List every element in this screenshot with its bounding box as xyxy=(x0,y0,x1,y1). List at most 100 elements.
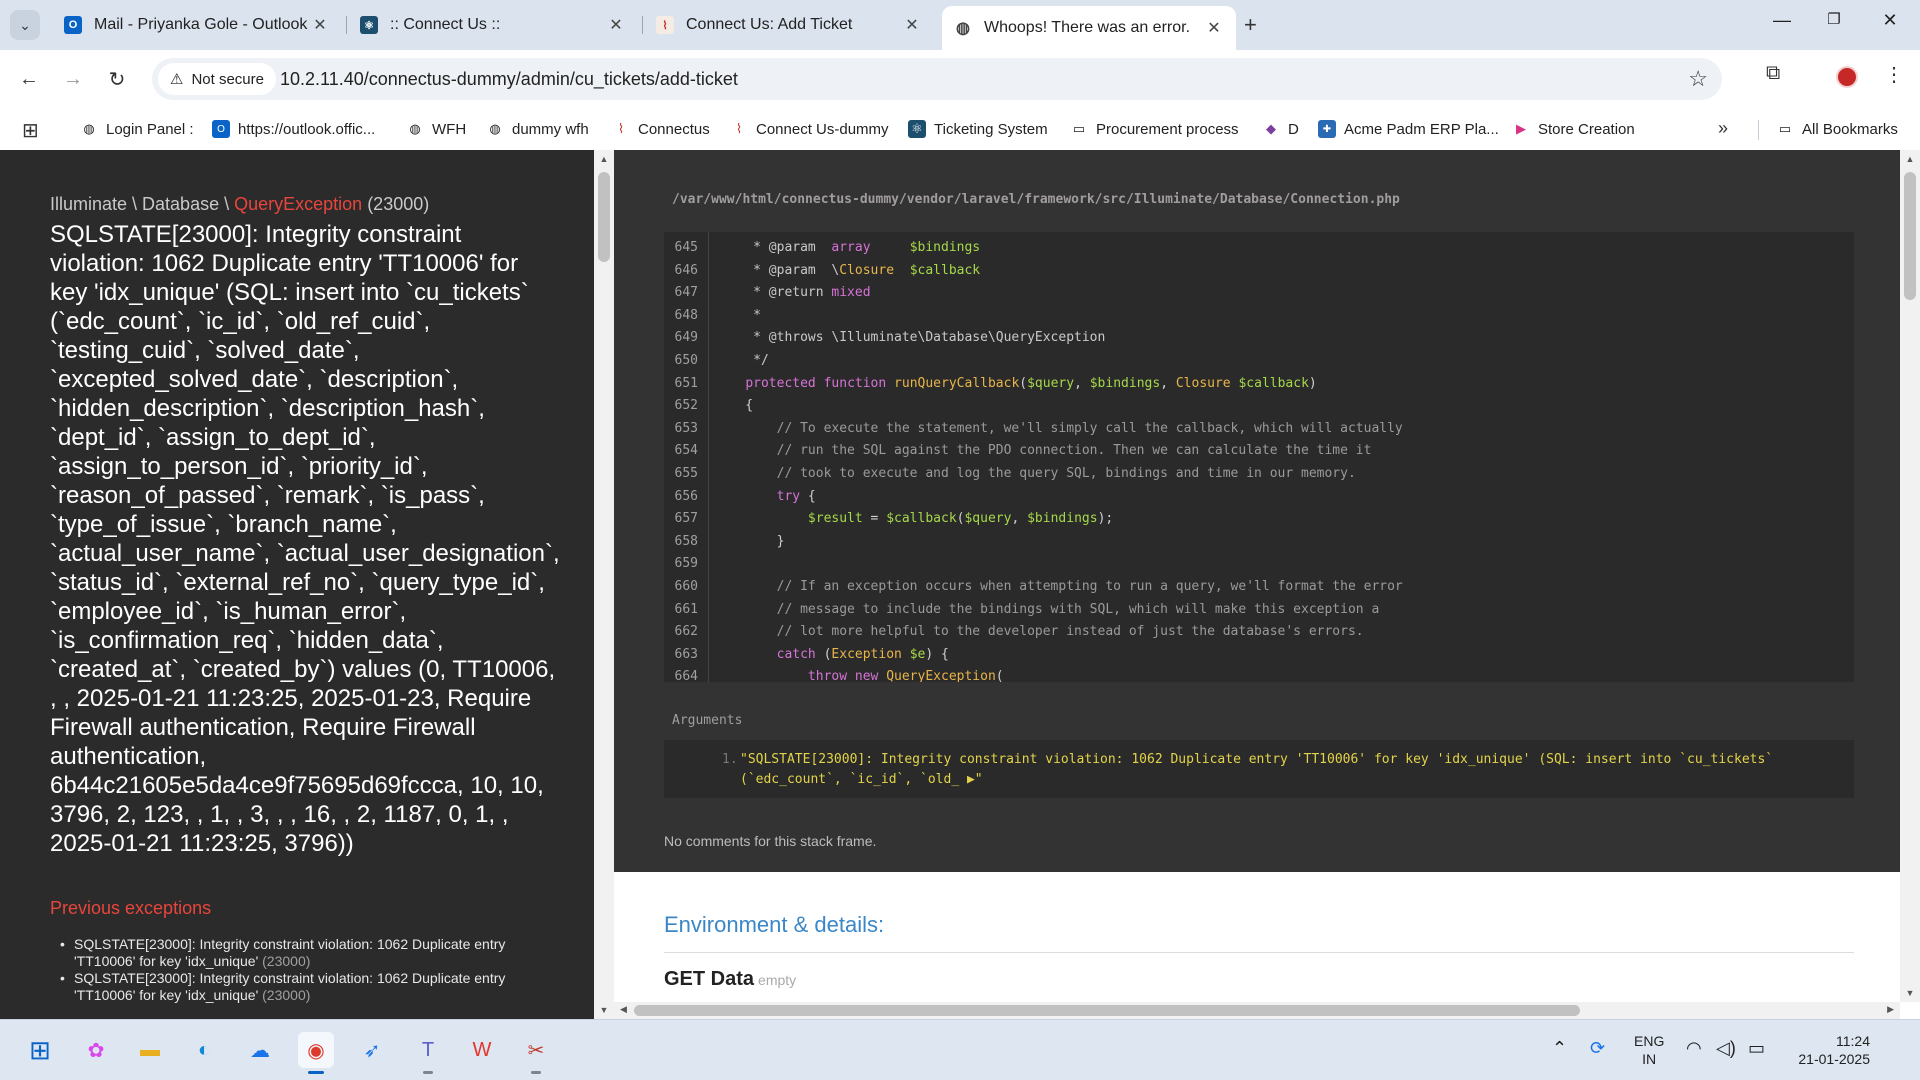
minimize-icon[interactable]: — xyxy=(1762,10,1802,31)
speaker-icon[interactable]: ◁) xyxy=(1716,1038,1736,1059)
file-explorer-icon[interactable]: ▬ xyxy=(132,1032,168,1068)
scroll-down-arrow-icon[interactable]: ▼ xyxy=(1900,988,1920,998)
tab-connect-us[interactable]: ⚛ :: Connect Us :: ✕ xyxy=(348,8,638,42)
previous-exceptions-list: SQLSTATE[23000]: Integrity constraint vi… xyxy=(50,936,560,1004)
sync-icon[interactable]: ⟳ xyxy=(1590,1038,1605,1059)
bookmark-label: Store Creation xyxy=(1538,120,1635,138)
argument-value[interactable]: "SQLSTATE[23000]: Integrity constraint v… xyxy=(740,750,1840,790)
scrollbar-thumb[interactable] xyxy=(598,172,610,262)
bookmark-wfh[interactable]: ◍ WFH xyxy=(406,116,466,142)
exception-code: (23000) xyxy=(362,194,430,214)
scroll-left-arrow-icon[interactable]: ◀ xyxy=(620,1004,627,1015)
folder-icon: ▭ xyxy=(1072,121,1086,136)
connectus-logo-icon: ⌇ xyxy=(617,121,625,136)
tab-search-chevron-icon[interactable]: ⌄ xyxy=(10,10,40,40)
back-arrow-icon[interactable]: ← xyxy=(14,64,44,94)
restore-icon[interactable]: ❐ xyxy=(1814,10,1854,28)
url-text[interactable]: 10.2.11.40/connectus-dummy/admin/cu_tick… xyxy=(280,69,738,90)
play-store-icon: ▶ xyxy=(1516,121,1526,136)
bookmark-ticketing-system[interactable]: ⚛ Ticketing System xyxy=(908,116,1048,142)
scroll-right-arrow-icon[interactable]: ▶ xyxy=(1887,1004,1894,1015)
battery-icon[interactable]: ▭ xyxy=(1748,1038,1765,1059)
bookmark-acme-padm-erp[interactable]: ✚ Acme Padm ERP Pla... xyxy=(1318,116,1499,142)
outlook-icon: O xyxy=(64,16,82,34)
stack-frame-panel: /var/www/html/connectus-dummy/vendor/lar… xyxy=(614,150,1900,872)
wifi-icon[interactable]: ◠ xyxy=(1686,1038,1702,1059)
code-line: 650 */ xyxy=(664,353,1854,375)
wps-office-icon[interactable]: W xyxy=(464,1032,500,1068)
windows-start-icon[interactable]: ⊞ xyxy=(22,1032,58,1068)
all-bookmarks-button[interactable]: ▭ All Bookmarks xyxy=(1776,116,1898,142)
scroll-up-arrow-icon[interactable]: ▲ xyxy=(1900,154,1920,164)
connectus-logo-icon: ⌇ xyxy=(656,16,674,34)
code-text: catch (Exception $e) { xyxy=(776,646,949,662)
new-tab-button[interactable]: + xyxy=(1244,12,1257,38)
extensions-puzzle-icon[interactable]: ⧉ xyxy=(1766,62,1780,85)
tab-close-icon[interactable]: ✕ xyxy=(310,15,330,35)
apps-grid-icon[interactable]: ⊞ xyxy=(22,118,39,143)
bookmark-outlook[interactable]: Ohttps://outlook.offic... xyxy=(212,116,375,142)
tab-outlook[interactable]: O Mail - Priyanka Gole - Outlook ✕ xyxy=(52,8,342,42)
section-divider xyxy=(664,952,1854,953)
tab-divider xyxy=(642,16,643,34)
bookmark-connectus[interactable]: ⌇ Connectus xyxy=(612,116,710,142)
bookmark-store-creation[interactable]: ▶ Store Creation xyxy=(1512,116,1635,142)
system-clock[interactable]: 11:24 21-01-2025 xyxy=(1786,1032,1870,1068)
profile-avatar[interactable] xyxy=(1836,66,1858,88)
tab-title: Mail - Priyanka Gole - Outlook xyxy=(94,16,308,33)
code-line: 645 * @param array $bindings xyxy=(664,240,1854,262)
chrome-icon[interactable]: ◉ xyxy=(298,1032,334,1074)
more-bookmarks-chevron-icon[interactable]: » xyxy=(1718,118,1728,139)
copilot-icon[interactable]: ✿ xyxy=(78,1032,114,1068)
line-number: 649 xyxy=(674,330,698,346)
scroll-up-arrow-icon[interactable]: ▲ xyxy=(594,154,614,164)
site-info-button[interactable]: ⚠ Not secure xyxy=(158,63,276,95)
tab-close-icon[interactable]: ✕ xyxy=(1204,18,1224,38)
reload-icon[interactable]: ↻ xyxy=(102,64,132,94)
bookmark-login-panel[interactable]: ◍ Login Panel : xyxy=(80,116,193,142)
line-number: 660 xyxy=(674,579,698,594)
get-data-heading: GET Data empty xyxy=(664,968,796,991)
horizontal-scrollbar[interactable]: ◀ ▶ xyxy=(614,1002,1900,1019)
teams-icon[interactable]: T xyxy=(410,1032,446,1074)
scrollbar-thumb[interactable] xyxy=(1904,172,1916,300)
right-scrollbar[interactable]: ▲ ▼ xyxy=(1900,150,1920,1002)
show-hidden-icons-chevron-icon[interactable]: ⌃ xyxy=(1552,1038,1567,1059)
line-number: 661 xyxy=(674,601,698,617)
snipping-tool-icon[interactable]: ✂ xyxy=(518,1032,554,1074)
exception-namespace: Illuminate \ Database \ xyxy=(50,194,235,214)
forward-arrow-icon[interactable]: → xyxy=(58,64,88,94)
code-text: // If an exception occurs when attemptin… xyxy=(714,579,1403,594)
browser-toolbar: ← → ↻ ⚠ Not secure 10.2.11.40/connectus-… xyxy=(0,50,1920,108)
tab-close-icon[interactable]: ✕ xyxy=(606,15,626,35)
code-line: 655 // took to execute and log the query… xyxy=(664,466,1854,488)
scrollbar-thumb[interactable] xyxy=(634,1005,1580,1016)
bookmark-connect-us-dummy[interactable]: ⌇ Connect Us-dummy xyxy=(730,116,889,142)
scroll-down-arrow-icon[interactable]: ▼ xyxy=(594,1005,614,1015)
code-line: 660 // If an exception occurs when attem… xyxy=(664,579,1854,601)
bookmarks-bar: ⊞ ◍ Login Panel : Ohttps://outlook.offic.… xyxy=(0,108,1920,150)
window-close-icon[interactable]: ✕ xyxy=(1870,10,1910,31)
tab-whoops-error[interactable]: ◍ Whoops! There was an error. ✕ xyxy=(942,6,1236,50)
edge-icon[interactable]: ◐ xyxy=(186,1032,222,1068)
address-bar[interactable]: ⚠ Not secure 10.2.11.40/connectus-dummy/… xyxy=(152,58,1722,100)
language-indicator[interactable]: ENG IN xyxy=(1634,1032,1664,1068)
exception-class: QueryException xyxy=(234,194,363,214)
onedrive-icon[interactable]: ☁ xyxy=(242,1032,278,1068)
bookmark-procurement-process[interactable]: ▭ Procurement process xyxy=(1070,116,1239,142)
line-number: 654 xyxy=(674,443,698,459)
bookmark-d[interactable]: ◆ D xyxy=(1262,116,1299,142)
code-text: * @param array $bindings xyxy=(714,240,981,255)
code-text: * @return mixed xyxy=(714,285,871,301)
code-text: } xyxy=(714,533,785,549)
previous-exception-code: (23000) xyxy=(258,987,311,1003)
bookmark-star-icon[interactable]: ☆ xyxy=(1688,66,1708,92)
tab-add-ticket[interactable]: ⌇ Connect Us: Add Ticket ✕ xyxy=(644,8,934,42)
menu-kebab-icon[interactable]: ⋮ xyxy=(1884,62,1904,87)
teamviewer-icon[interactable]: ➶ xyxy=(354,1032,390,1068)
folder-icon: ▭ xyxy=(1778,121,1792,136)
tab-close-icon[interactable]: ✕ xyxy=(902,15,922,35)
bookmark-dummy-wfh[interactable]: ◍ dummy wfh xyxy=(486,116,588,142)
left-scrollbar[interactable]: ▲ ▼ xyxy=(594,150,614,1019)
line-number: 657 xyxy=(674,511,698,527)
